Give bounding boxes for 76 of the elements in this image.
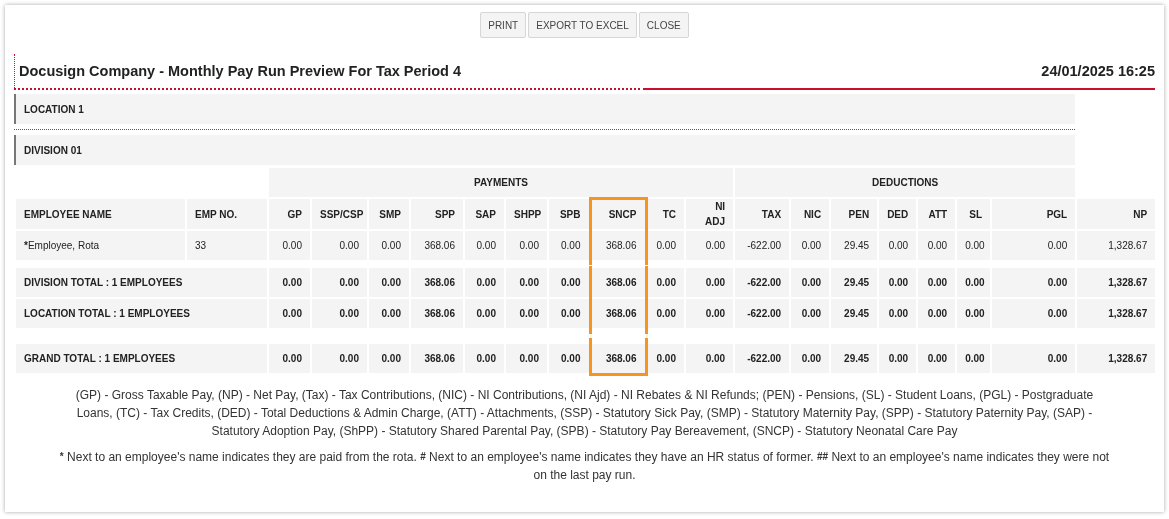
column-header: SSP/CSP [311, 198, 368, 230]
column-group-header: PAYMENTS [268, 167, 735, 198]
column-header: EMPLOYEE NAME [15, 198, 186, 230]
footnote: * Next to an employee's name indicates they are paid from the rota. # Next to an employee's name indicates they have an HR status of former. ## Next to an employee's name indicates they were not on the last pay run. [58, 448, 1111, 484]
table-cell: 368.06 [410, 267, 464, 298]
toolbar-button[interactable]: EXPORT TO EXCEL [528, 12, 637, 38]
table-cell: 0.00 [956, 343, 992, 374]
table-cell: 0.00 [878, 267, 918, 298]
table-cell: 0.00 [368, 343, 410, 374]
column-header: PEN [830, 198, 879, 230]
table-cell: 0.00 [464, 267, 505, 298]
column-header: SPP [410, 198, 464, 230]
table-cell: -622.00 [734, 267, 791, 298]
table-cell: 29.45 [830, 343, 879, 374]
table-cell: 1,328.67 [1076, 230, 1157, 261]
table-cell: 29.45 [830, 298, 879, 329]
table-cell: 0.00 [646, 267, 685, 298]
table-cell: 0.00 [991, 267, 1077, 298]
table-cell: 0.00 [991, 230, 1077, 261]
total-label: GRAND TOTAL : 1 EMPLOYEES [15, 343, 268, 374]
employee-name: *Employee, Rota [15, 230, 186, 261]
report-title: Docusign Company - Monthly Pay Run Preview For Tax Period 4 [19, 63, 462, 79]
table-cell: 0.00 [548, 267, 590, 298]
table-cell: 0.00 [311, 267, 368, 298]
column-header: PGL [991, 198, 1077, 230]
table-cell: 368.06 [590, 267, 646, 298]
table-cell: 0.00 [311, 298, 368, 329]
total-label: DIVISION TOTAL : 1 EMPLOYEES [15, 267, 268, 298]
column-header: EMP NO. [186, 198, 268, 230]
abbreviation-legend: (GP) - Gross Taxable Pay, (NP) - Net Pay, (Tax) - Tax Contributions, (NIC) - NI Contributions, (NI Ajd) - NI Rebates & NI Refunds; (PEN) - Pensions, (SL) - Student Loans, (PGL) - Postgraduate Loans, (TC) - Tax Credits, (DED) - Total Deductions & Admin Charge, (ATT) - Attachments, (SSP) - Statutory Sick Pay, (SMP) - Statutory Maternity Pay, (SPP) - Statutory Paternity Pay, (SAP) - Statutory Adoption Pay, (ShPP) - Statutory Shared Parental Pay, (SPB) - Statutory Pay Bereavement, (SNCP) - Statutory Neonatal Care Pay [64, 385, 1105, 440]
column-group-header: DEDUCTIONS [734, 167, 1077, 198]
division-header: DIVISION 01 [14, 135, 1075, 165]
table-cell: 0.00 [991, 298, 1077, 329]
table-cell: 0.00 [464, 343, 505, 374]
column-header: SNCP [590, 198, 646, 230]
table-cell: 0.00 [790, 343, 831, 374]
table-cell: 0.00 [991, 343, 1077, 374]
table-cell: 368.06 [590, 230, 646, 261]
table-cell: 0.00 [548, 343, 590, 374]
table-cell: 0.00 [917, 267, 957, 298]
column-header: NI ADJ [685, 198, 735, 230]
table-cell: 0.00 [505, 267, 548, 298]
table-cell: 1,328.67 [1076, 298, 1157, 329]
report-timestamp: 24/01/2025 16:25 [1041, 63, 1155, 79]
table-cell: 1,328.67 [1076, 267, 1157, 298]
total-label: LOCATION TOTAL : 1 EMPLOYEES [15, 298, 268, 329]
table-cell: 0.00 [956, 267, 992, 298]
table-cell: 368.06 [590, 343, 646, 374]
table-cell: 0.00 [268, 343, 311, 374]
table-cell: 0.00 [311, 343, 368, 374]
table-cell: 0.00 [311, 230, 368, 261]
table-cell: 368.06 [590, 298, 646, 329]
location-header: LOCATION 1 [14, 94, 1075, 124]
table-cell: 0.00 [790, 267, 831, 298]
table-cell: 0.00 [685, 267, 735, 298]
column-header: NP [1076, 198, 1157, 230]
table-cell: 0.00 [878, 343, 918, 374]
toolbar-button[interactable]: PRINT [480, 12, 527, 38]
table-cell: 368.06 [410, 298, 464, 329]
table-cell: 0.00 [646, 343, 685, 374]
table-cell: 29.45 [830, 267, 879, 298]
table-cell: 0.00 [685, 343, 735, 374]
table-cell: 0.00 [268, 267, 311, 298]
table-cell: -622.00 [734, 230, 791, 261]
column-header: TAX [734, 198, 791, 230]
toolbar-button[interactable]: CLOSE [638, 12, 689, 38]
table-cell: 33 [186, 230, 268, 261]
table-cell: -622.00 [734, 298, 791, 329]
table-cell: 1,328.67 [1076, 343, 1157, 374]
table-cell: 368.06 [410, 343, 464, 374]
table-cell: 29.45 [830, 230, 879, 261]
table-cell: 368.06 [410, 230, 464, 261]
table-cell: 0.00 [368, 267, 410, 298]
table-cell: -622.00 [734, 343, 791, 374]
table-cell: 0.00 [917, 343, 957, 374]
table-cell: 0.00 [505, 343, 548, 374]
